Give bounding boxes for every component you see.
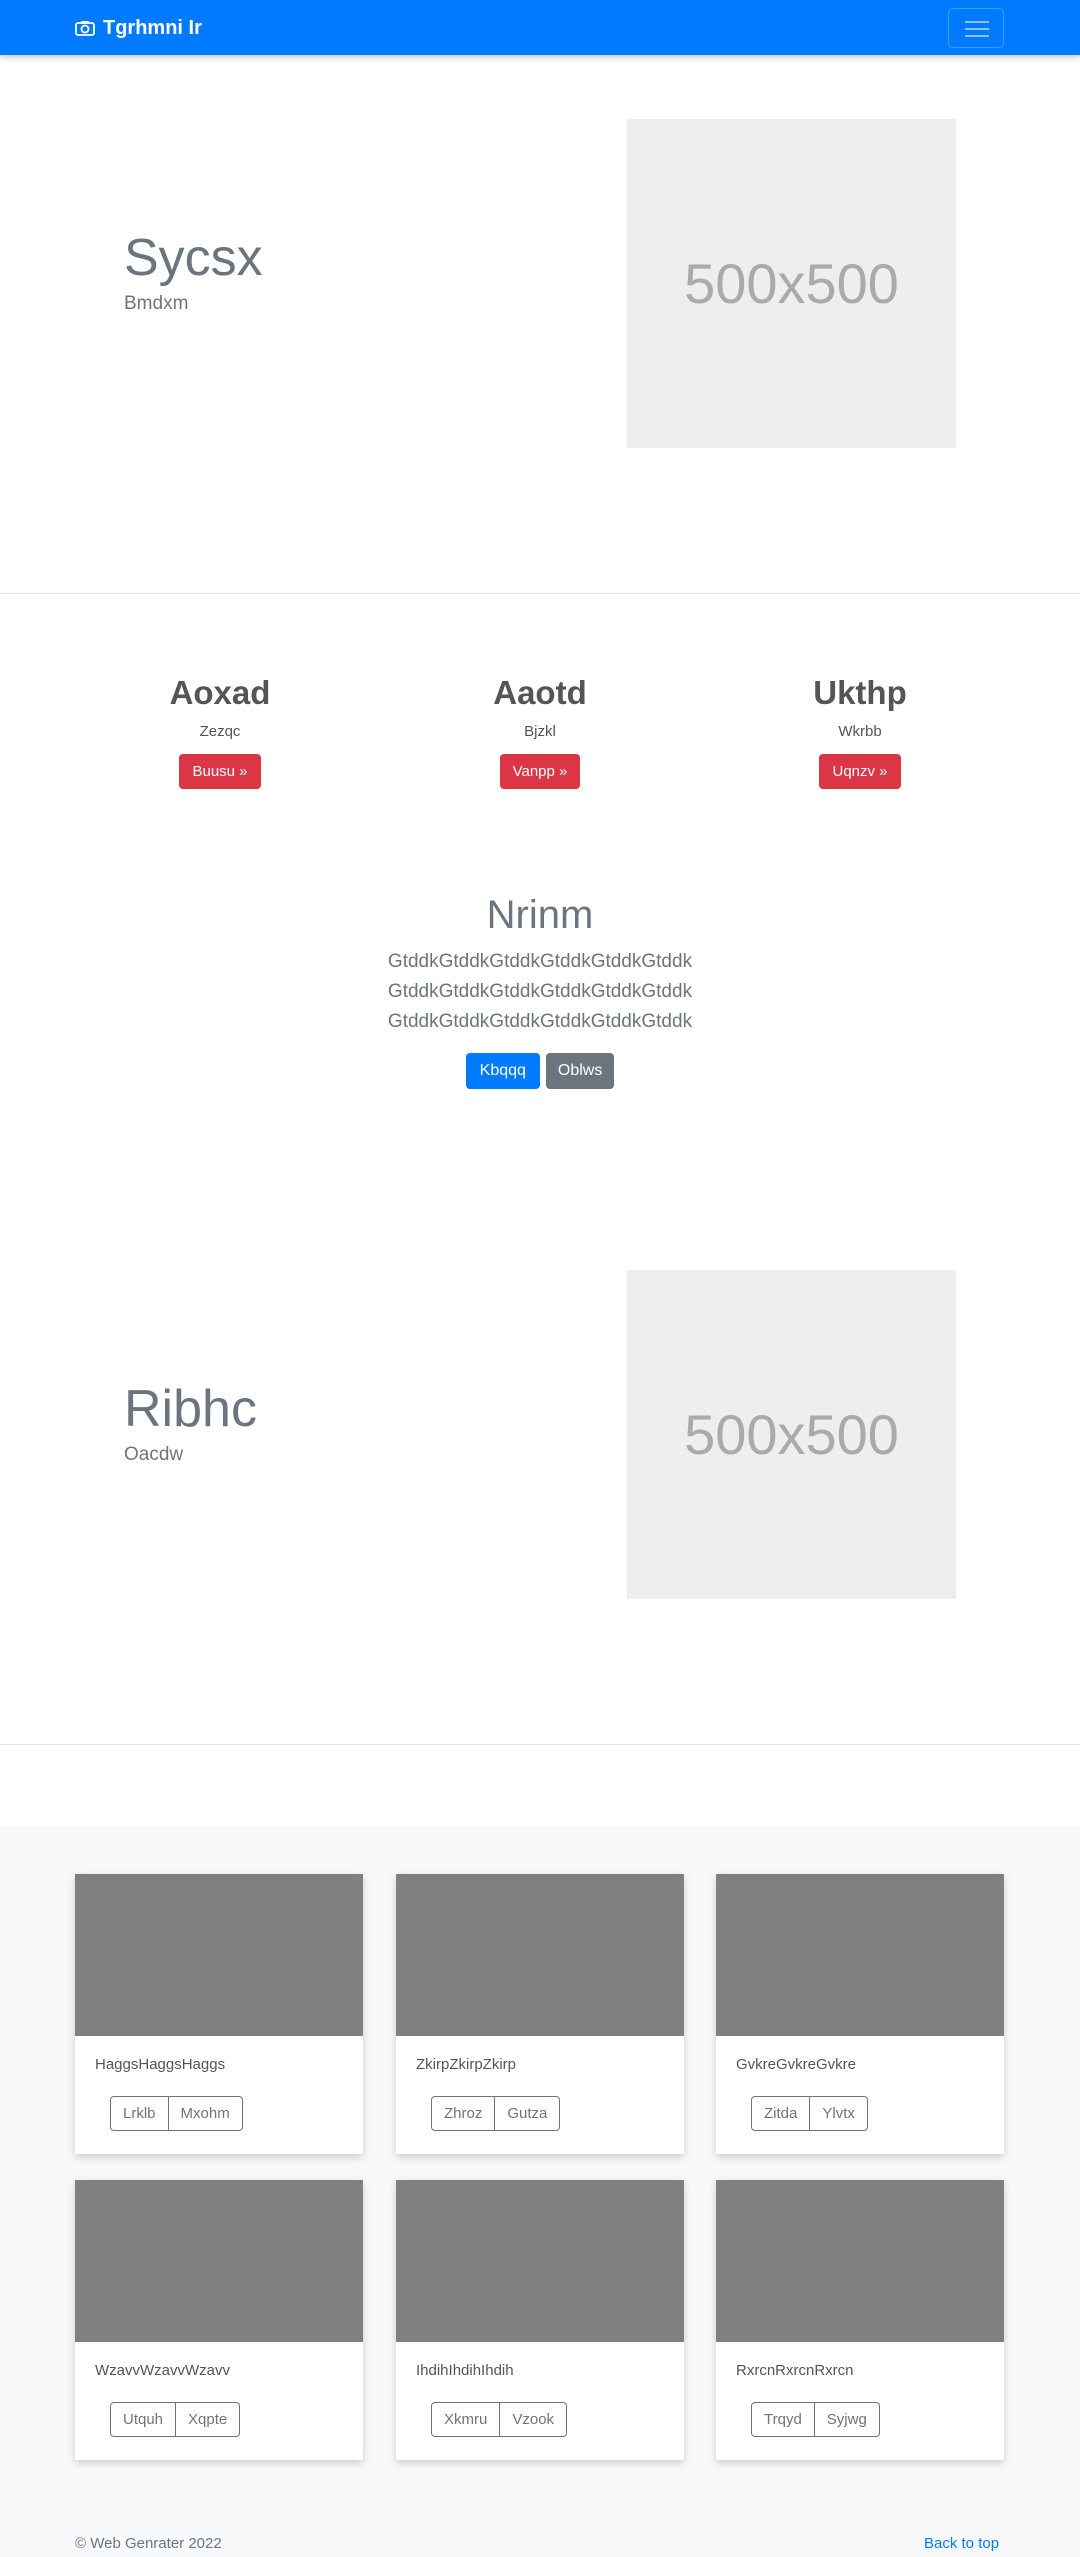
navbar-toggler-button[interactable] — [948, 8, 1004, 48]
feature-column: Ukthp Wkrbb Uqnzv » — [750, 674, 970, 790]
section-divider — [0, 1744, 1080, 1745]
hero-image-placeholder: 500x500 — [627, 119, 956, 448]
jumbotron-text: GtddkGtddkGtddkGtddkGtddkGtddk GtddkGtdd… — [290, 947, 790, 1037]
card-button[interactable]: Xkmru — [431, 2402, 501, 2437]
feature-column: Aoxad Zezqc Buusu » — [110, 674, 330, 790]
card-thumbnail — [75, 1874, 363, 2036]
card-text: ZkirpZkirpZkirp — [416, 2056, 516, 2073]
card-button[interactable]: Syjwg — [814, 2402, 880, 2437]
navbar: Tgrhmni Ir — [0, 0, 1080, 55]
card-button-group: Lrklb Mxohm — [110, 2096, 243, 2131]
card-button[interactable]: Xqpte — [176, 2402, 241, 2437]
feature-button[interactable]: Vanpp » — [499, 754, 581, 790]
card-text: GvkreGvkreGvkre — [736, 2056, 857, 2073]
hamburger-icon — [965, 35, 989, 37]
card-thumbnail — [75, 2180, 363, 2342]
album-card: RxrcnRxrcnRxrcn Trqyd Syjwg — [716, 2180, 1004, 2460]
camera-icon — [75, 21, 95, 36]
card-button[interactable]: Gutza — [495, 2096, 561, 2131]
section-divider — [0, 593, 1080, 594]
jumbotron: Nrinm GtddkGtddkGtddkGtddkGtddkGtddk Gtd… — [290, 893, 790, 1089]
brand-name: Tgrhmni Ir — [103, 16, 202, 39]
hamburger-icon — [965, 21, 989, 23]
card-text: RxrcnRxrcnRxrcn — [736, 2362, 854, 2379]
card-thumbnail — [716, 1874, 1004, 2036]
hero-title: Ribhc — [124, 1380, 257, 1438]
feature-button[interactable]: Buusu » — [179, 754, 261, 790]
back-to-top-link[interactable]: Back to top — [924, 2535, 999, 2552]
album-card: GvkreGvkreGvkre Zitda Ylvtx — [716, 1874, 1004, 2154]
jumbotron-line: GtddkGtddkGtddkGtddkGtddkGtddk — [387, 981, 693, 1002]
placeholder-label: 500x500 — [684, 252, 899, 315]
card-button-group: Trqyd Syjwg — [751, 2402, 880, 2437]
jumbotron-title: Nrinm — [486, 893, 594, 937]
card-button[interactable]: Vzook — [500, 2402, 568, 2437]
feature-title: Ukthp — [813, 674, 907, 711]
card-thumbnail — [396, 2180, 684, 2342]
card-button-group: Utquh Xqpte — [110, 2402, 241, 2437]
feature-text: Bjzkl — [524, 723, 556, 741]
feature-title: Aoxad — [169, 674, 271, 711]
card-button[interactable]: Lrklb — [110, 2096, 169, 2131]
hero-title: Sycsx — [124, 229, 263, 287]
album-card: HaggsHaggsHaggs Lrklb Mxohm — [75, 1874, 363, 2154]
card-button[interactable]: Trqyd — [751, 2402, 815, 2437]
feature-button[interactable]: Uqnzv » — [819, 754, 901, 790]
feature-text: Zezqc — [199, 723, 241, 741]
card-button-group: Zhroz Gutza — [431, 2096, 561, 2131]
feature-column: Aaotd Bjzkl Vanpp » — [430, 674, 650, 790]
card-button-group: Zitda Ylvtx — [751, 2096, 868, 2131]
hero-subtitle: Bmdxm — [124, 293, 189, 314]
card-button[interactable]: Mxohm — [168, 2096, 243, 2131]
card-button[interactable]: Zitda — [751, 2096, 811, 2131]
card-thumbnail — [716, 2180, 1004, 2342]
card-button[interactable]: Utquh — [110, 2402, 177, 2437]
hamburger-icon — [965, 28, 989, 30]
feature-title: Aaotd — [493, 674, 587, 711]
secondary-button[interactable]: Oblws — [545, 1053, 615, 1089]
hero-subtitle: Oacdw — [124, 1444, 184, 1465]
card-text: IhdihIhdihIhdih — [416, 2362, 514, 2379]
card-thumbnail — [396, 1874, 684, 2036]
placeholder-label: 500x500 — [684, 1403, 899, 1466]
hero-image-placeholder: 500x500 — [627, 1270, 956, 1599]
feature-text: Wkrbb — [838, 723, 882, 741]
card-button[interactable]: Ylvtx — [810, 2096, 868, 2131]
jumbotron-buttons: Kbqqq Oblws — [290, 1053, 790, 1089]
album-card: IhdihIhdihIhdih Xkmru Vzook — [396, 2180, 684, 2460]
footer-copyright: © Web Genrater 2022 — [75, 2535, 222, 2552]
jumbotron-line: GtddkGtddkGtddkGtddkGtddkGtddk — [387, 1011, 693, 1032]
album-card: ZkirpZkirpZkirp Zhroz Gutza — [396, 1874, 684, 2154]
album-card: WzavvWzavvWzavv Utquh Xqpte — [75, 2180, 363, 2460]
card-button-group: Xkmru Vzook — [431, 2402, 568, 2437]
navbar-brand[interactable]: Tgrhmni Ir — [75, 15, 202, 41]
card-button[interactable]: Zhroz — [431, 2096, 496, 2131]
card-text: WzavvWzavvWzavv — [95, 2362, 230, 2379]
primary-button[interactable]: Kbqqq — [465, 1053, 540, 1089]
card-text: HaggsHaggsHaggs — [95, 2056, 226, 2073]
jumbotron-line: GtddkGtddkGtddkGtddkGtddkGtddk — [387, 951, 693, 972]
